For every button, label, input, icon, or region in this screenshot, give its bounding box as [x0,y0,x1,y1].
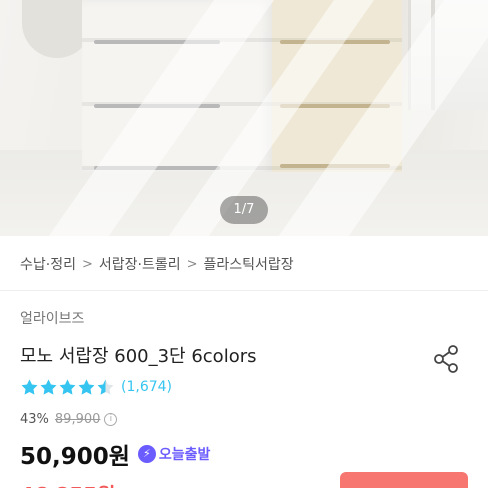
star-icon [40,378,57,395]
breadcrumb-separator: > [186,256,198,272]
breadcrumb-separator: > [81,256,93,272]
product-image[interactable]: 1/7 [0,0,488,236]
breadcrumb: 수납·정리 > 서랍장·트롤리 > 플라스틱서랍장 [20,254,294,274]
info-icon[interactable]: i [104,412,118,426]
today-shipping-badge: ⚡ 오늘출발 [137,444,211,464]
discount-rate: 43% [20,411,49,427]
price-line: 43% 89,900 i [20,410,118,428]
final-price: 50,900원 [20,444,130,470]
brand-name[interactable]: 얼라이브즈 [20,308,84,328]
review-count[interactable]: (1,674) [121,379,172,395]
product-title: 모노 서랍장 600_3단 6colors [20,346,257,367]
rating[interactable]: (1,674) [20,377,172,397]
coupon-price: 46,855원 [20,479,116,488]
image-counter: 1/7 [220,196,268,224]
original-price: 89,900 [54,411,101,427]
final-price-line: 50,900원 ⚡ 오늘출발 [20,437,210,471]
star-icon [21,378,38,395]
breadcrumb-item-drawer-trolley[interactable]: 서랍장·트롤리 [99,254,181,274]
section-divider [0,290,488,291]
share-icon[interactable] [430,343,462,375]
star-icon [59,378,76,395]
lightning-icon: ⚡ [137,445,156,463]
star-icon [97,378,114,395]
breadcrumb-item-plastic-drawer[interactable]: 플라스틱서랍장 [204,254,294,274]
badge-label: 오늘출발 [158,447,211,463]
coupon-button[interactable] [340,472,468,488]
breadcrumb-item-storage[interactable]: 수납·정리 [20,254,76,274]
star-icon [78,378,95,395]
star-rating [20,378,115,397]
